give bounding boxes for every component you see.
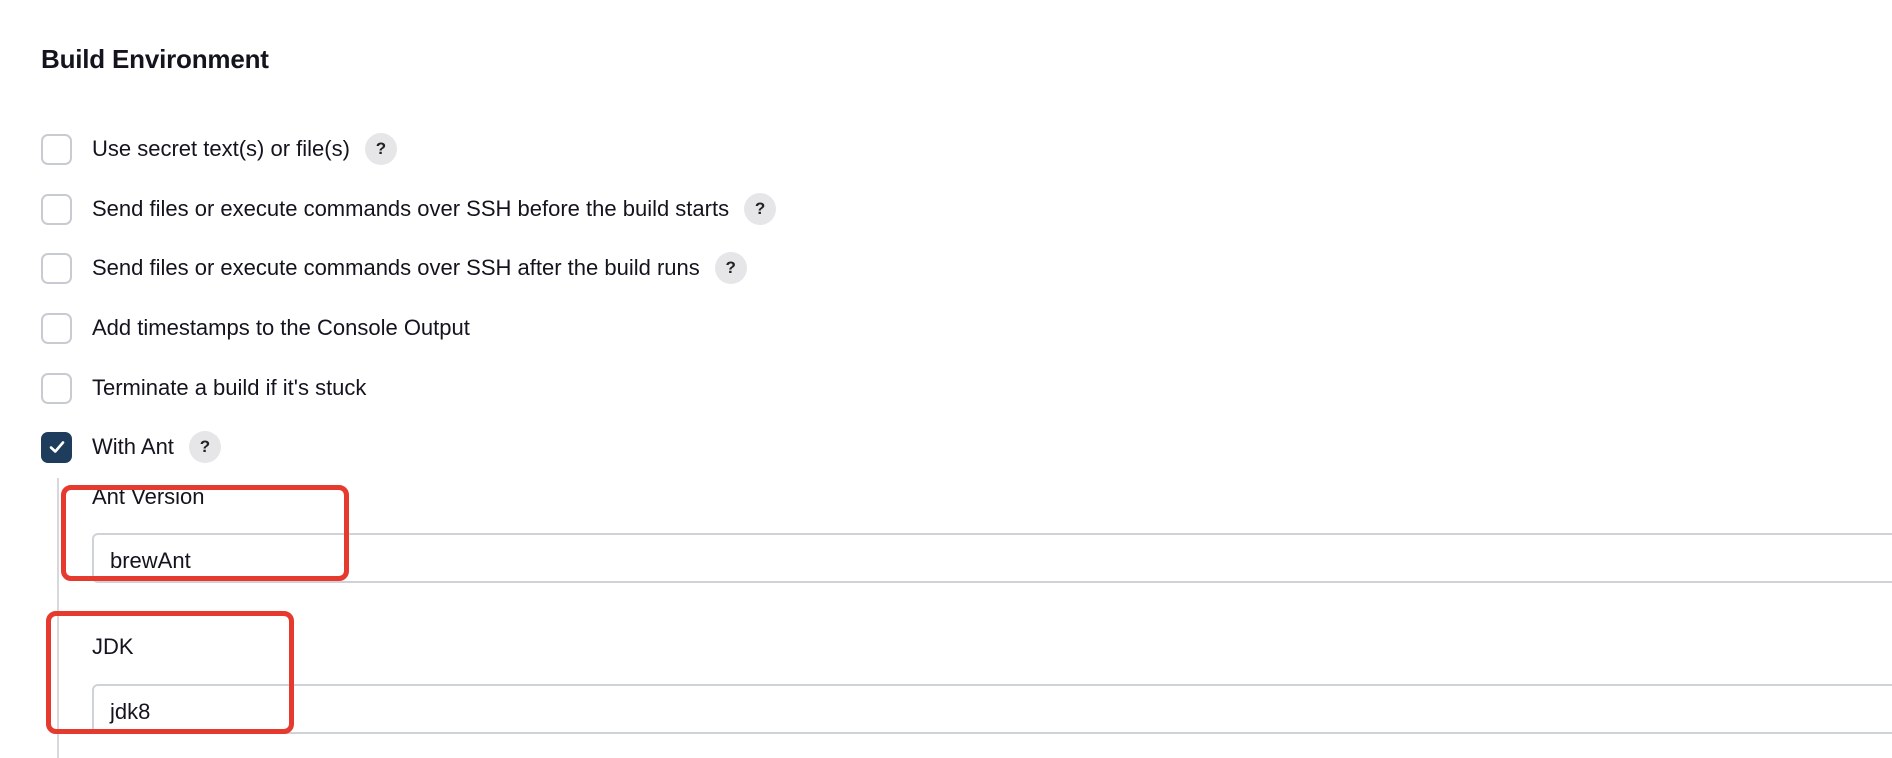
ant-version-label: Ant Version xyxy=(92,484,205,509)
help-icon[interactable]: ? xyxy=(714,252,747,284)
option-ssh-before-build[interactable]: Send files or execute commands over SSH … xyxy=(41,191,777,227)
option-ssh-after-build[interactable]: Send files or execute commands over SSH … xyxy=(41,250,747,286)
checkbox-terminate-stuck[interactable] xyxy=(41,372,72,404)
jdk-label: JDK xyxy=(92,634,134,659)
help-icon[interactable]: ? xyxy=(744,193,777,225)
help-icon[interactable]: ? xyxy=(188,431,221,463)
option-label: Terminate a build if it's stuck xyxy=(92,375,367,400)
checkbox-ssh-after-build[interactable] xyxy=(41,252,72,284)
checkbox-ssh-before-build[interactable] xyxy=(41,193,72,225)
option-terminate-stuck[interactable]: Terminate a build if it's stuck xyxy=(41,370,366,406)
ant-version-select[interactable]: brewAnt xyxy=(92,533,1892,583)
option-label: Send files or execute commands over SSH … xyxy=(92,196,730,221)
option-label: Send files or execute commands over SSH … xyxy=(92,255,700,280)
option-with-ant[interactable]: With Ant ? xyxy=(41,429,221,465)
build-environment-page: Build Environment Use secret text(s) or … xyxy=(0,0,1892,758)
section-title: Build Environment xyxy=(41,44,269,74)
checkmark-icon xyxy=(49,441,64,453)
option-add-timestamps[interactable]: Add timestamps to the Console Output xyxy=(41,310,470,346)
nested-section-bar xyxy=(57,478,59,758)
option-label: With Ant xyxy=(92,434,174,459)
help-icon[interactable]: ? xyxy=(364,133,397,165)
jdk-select[interactable]: jdk8 xyxy=(92,684,1892,734)
checkbox-with-ant[interactable] xyxy=(41,431,72,463)
option-label: Add timestamps to the Console Output xyxy=(92,315,470,340)
checkbox-add-timestamps[interactable] xyxy=(41,312,72,344)
option-use-secret[interactable]: Use secret text(s) or file(s) ? xyxy=(41,131,397,167)
checkbox-use-secret[interactable] xyxy=(41,133,72,165)
option-label: Use secret text(s) or file(s) xyxy=(92,136,350,161)
